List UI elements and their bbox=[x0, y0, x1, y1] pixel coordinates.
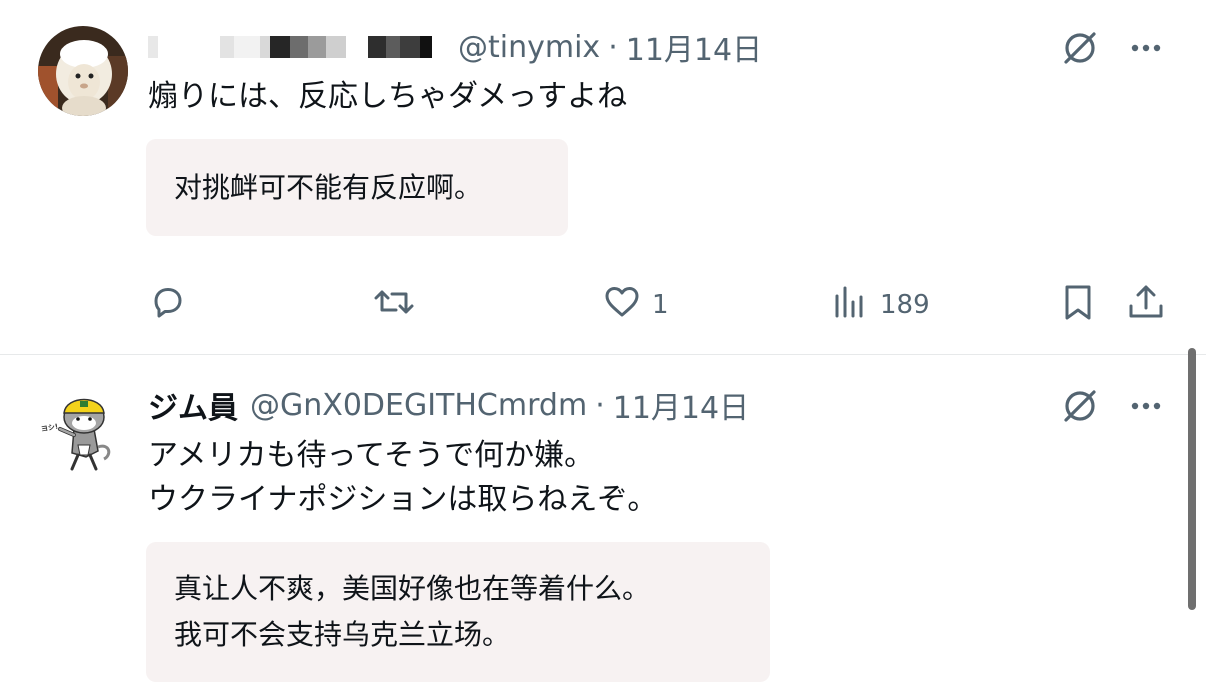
tweet-actions: 1 189 bbox=[148, 283, 1168, 327]
tweet-header-actions bbox=[1060, 386, 1166, 426]
tweet-text: 煽りには、反応しちゃダメっすよね bbox=[148, 79, 628, 114]
share-button[interactable] bbox=[1126, 283, 1166, 327]
retweet-icon bbox=[372, 282, 416, 329]
tweet-header-actions bbox=[1060, 28, 1166, 68]
bookmark-button[interactable] bbox=[1058, 283, 1098, 327]
analytics-bars-icon bbox=[830, 282, 870, 329]
share-upload-icon bbox=[1126, 282, 1166, 329]
translation-text-line: 真让人不爽，美国好像也在等着什么。 bbox=[174, 572, 651, 605]
avatar[interactable]: ヨシ! bbox=[38, 385, 128, 475]
tweet-text-line: ウクライナポジションは取らねえぞ。 bbox=[148, 482, 658, 517]
timestamp[interactable]: 11月14日 bbox=[626, 25, 762, 69]
tweet-header: ジム員 @GnX0DEGITHCmrdm · 11月14日 bbox=[148, 383, 749, 427]
translation-text: 对挑衅可不能有反应啊。 bbox=[174, 171, 483, 204]
meta-separator: · bbox=[595, 387, 605, 423]
views-button[interactable]: 189 bbox=[830, 283, 930, 327]
user-handle[interactable]: @tinymix bbox=[458, 30, 600, 65]
grok-slash-icon[interactable] bbox=[1060, 386, 1100, 426]
retweet-button[interactable] bbox=[372, 283, 426, 327]
tweet-header: @tinymix · 11月14日 bbox=[148, 25, 762, 69]
avatar[interactable] bbox=[38, 26, 128, 116]
meta-separator: · bbox=[608, 29, 618, 65]
view-count: 189 bbox=[880, 290, 930, 320]
tweet-2[interactable]: ヨシ! ジム員 @GnX0DEGITHCmrdm · 11月14日 アメリカも待… bbox=[0, 355, 1206, 682]
display-name[interactable]: ジム員 bbox=[148, 383, 238, 427]
reply-bubble-icon bbox=[148, 282, 188, 329]
translation-text-line: 我可不会支持乌克兰立场。 bbox=[174, 618, 511, 651]
grok-slash-icon[interactable] bbox=[1060, 28, 1100, 68]
timestamp[interactable]: 11月14日 bbox=[613, 383, 749, 427]
heart-icon bbox=[602, 282, 642, 329]
more-dots-icon[interactable] bbox=[1126, 386, 1166, 426]
user-handle[interactable]: @GnX0DEGITHCmrdm bbox=[250, 388, 587, 423]
reply-button[interactable] bbox=[148, 283, 198, 327]
like-button[interactable]: 1 bbox=[602, 283, 669, 327]
tweet-text-line: アメリカも待ってそうで何か嫌。 bbox=[148, 438, 595, 473]
redacted-display-name bbox=[148, 36, 432, 58]
tweet-text: アメリカも待ってそうで何か嫌。 ウクライナポジションは取らねえぞ。 bbox=[148, 434, 657, 522]
translation-box: 真让人不爽，美国好像也在等着什么。 我可不会支持乌克兰立场。 bbox=[146, 542, 770, 682]
scrollbar[interactable] bbox=[1188, 348, 1196, 610]
like-count: 1 bbox=[652, 290, 669, 320]
translation-box: 对挑衅可不能有反应啊。 bbox=[146, 139, 568, 236]
more-dots-icon[interactable] bbox=[1126, 28, 1166, 68]
bookmark-icon bbox=[1058, 282, 1098, 329]
tweet-1[interactable]: @tinymix · 11月14日 煽りには、反応しちゃダメっすよね 对挑衅可不… bbox=[0, 0, 1206, 354]
